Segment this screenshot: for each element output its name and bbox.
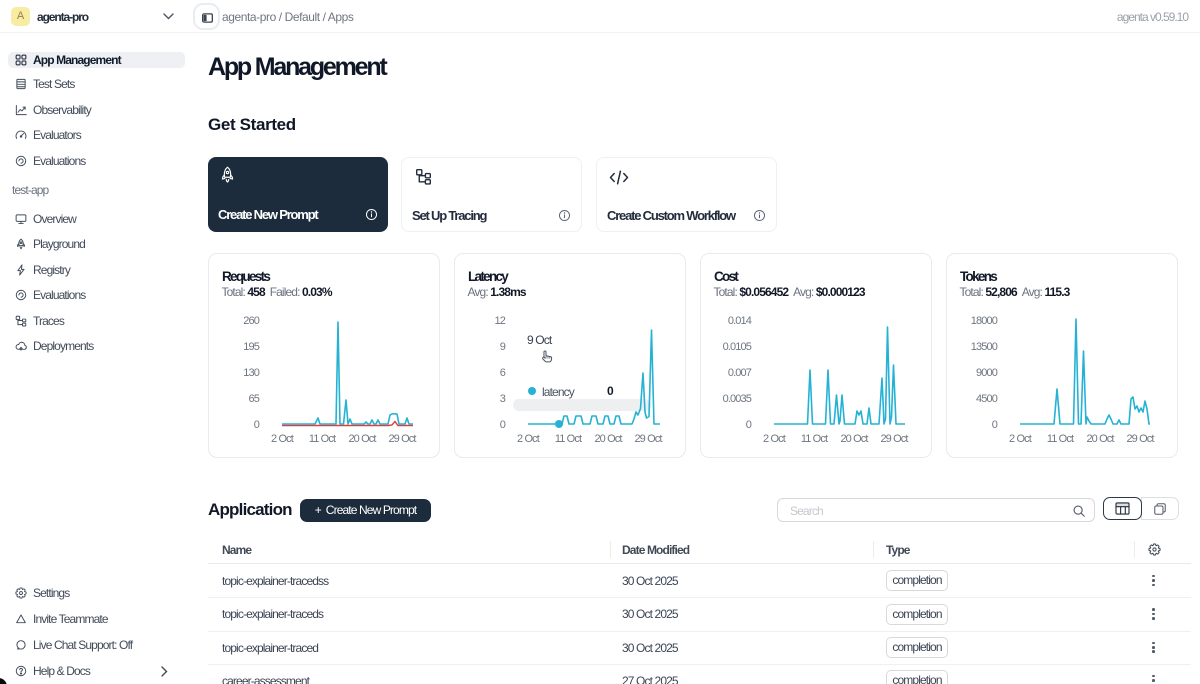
svg-text:2 Oct: 2 Oct: [763, 433, 786, 445]
svg-text:9: 9: [500, 341, 506, 353]
svg-text:11 Oct: 11 Oct: [801, 433, 828, 445]
svg-text:195: 195: [243, 341, 259, 353]
svg-text:29 Oct: 29 Oct: [880, 433, 908, 445]
svg-text:20 Oct: 20 Oct: [348, 433, 376, 445]
svg-text:0.007: 0.007: [728, 367, 752, 379]
svg-text:260: 260: [243, 315, 259, 327]
svg-text:0.0035: 0.0035: [723, 393, 752, 405]
svg-text:20 Oct: 20 Oct: [594, 433, 622, 445]
svg-text:18000: 18000: [971, 315, 998, 327]
svg-text:12: 12: [495, 315, 506, 327]
svg-text:2 Oct: 2 Oct: [271, 433, 294, 445]
svg-text:11 Oct: 11 Oct: [309, 433, 336, 445]
svg-text:0: 0: [746, 419, 752, 431]
svg-text:4500: 4500: [976, 393, 998, 405]
svg-text:6: 6: [500, 367, 506, 379]
svg-text:29 Oct: 29 Oct: [388, 433, 416, 445]
svg-text:0: 0: [500, 419, 506, 431]
svg-text:11 Oct: 11 Oct: [555, 433, 582, 445]
svg-text:13500: 13500: [971, 341, 998, 353]
svg-text:2 Oct: 2 Oct: [1009, 433, 1032, 445]
svg-text:65: 65: [249, 393, 260, 405]
svg-text:0: 0: [992, 419, 998, 431]
svg-text:130: 130: [243, 367, 259, 379]
svg-text:11 Oct: 11 Oct: [1047, 433, 1074, 445]
svg-text:3: 3: [500, 393, 506, 405]
svg-text:29 Oct: 29 Oct: [634, 433, 662, 445]
svg-text:20 Oct: 20 Oct: [1086, 433, 1114, 445]
svg-text:29 Oct: 29 Oct: [1126, 433, 1154, 445]
svg-text:20 Oct: 20 Oct: [840, 433, 868, 445]
svg-text:0.014: 0.014: [728, 315, 752, 327]
svg-text:0: 0: [254, 419, 260, 431]
svg-text:2 Oct: 2 Oct: [517, 433, 540, 445]
svg-text:9000: 9000: [976, 367, 998, 379]
svg-text:0.0105: 0.0105: [723, 341, 752, 353]
